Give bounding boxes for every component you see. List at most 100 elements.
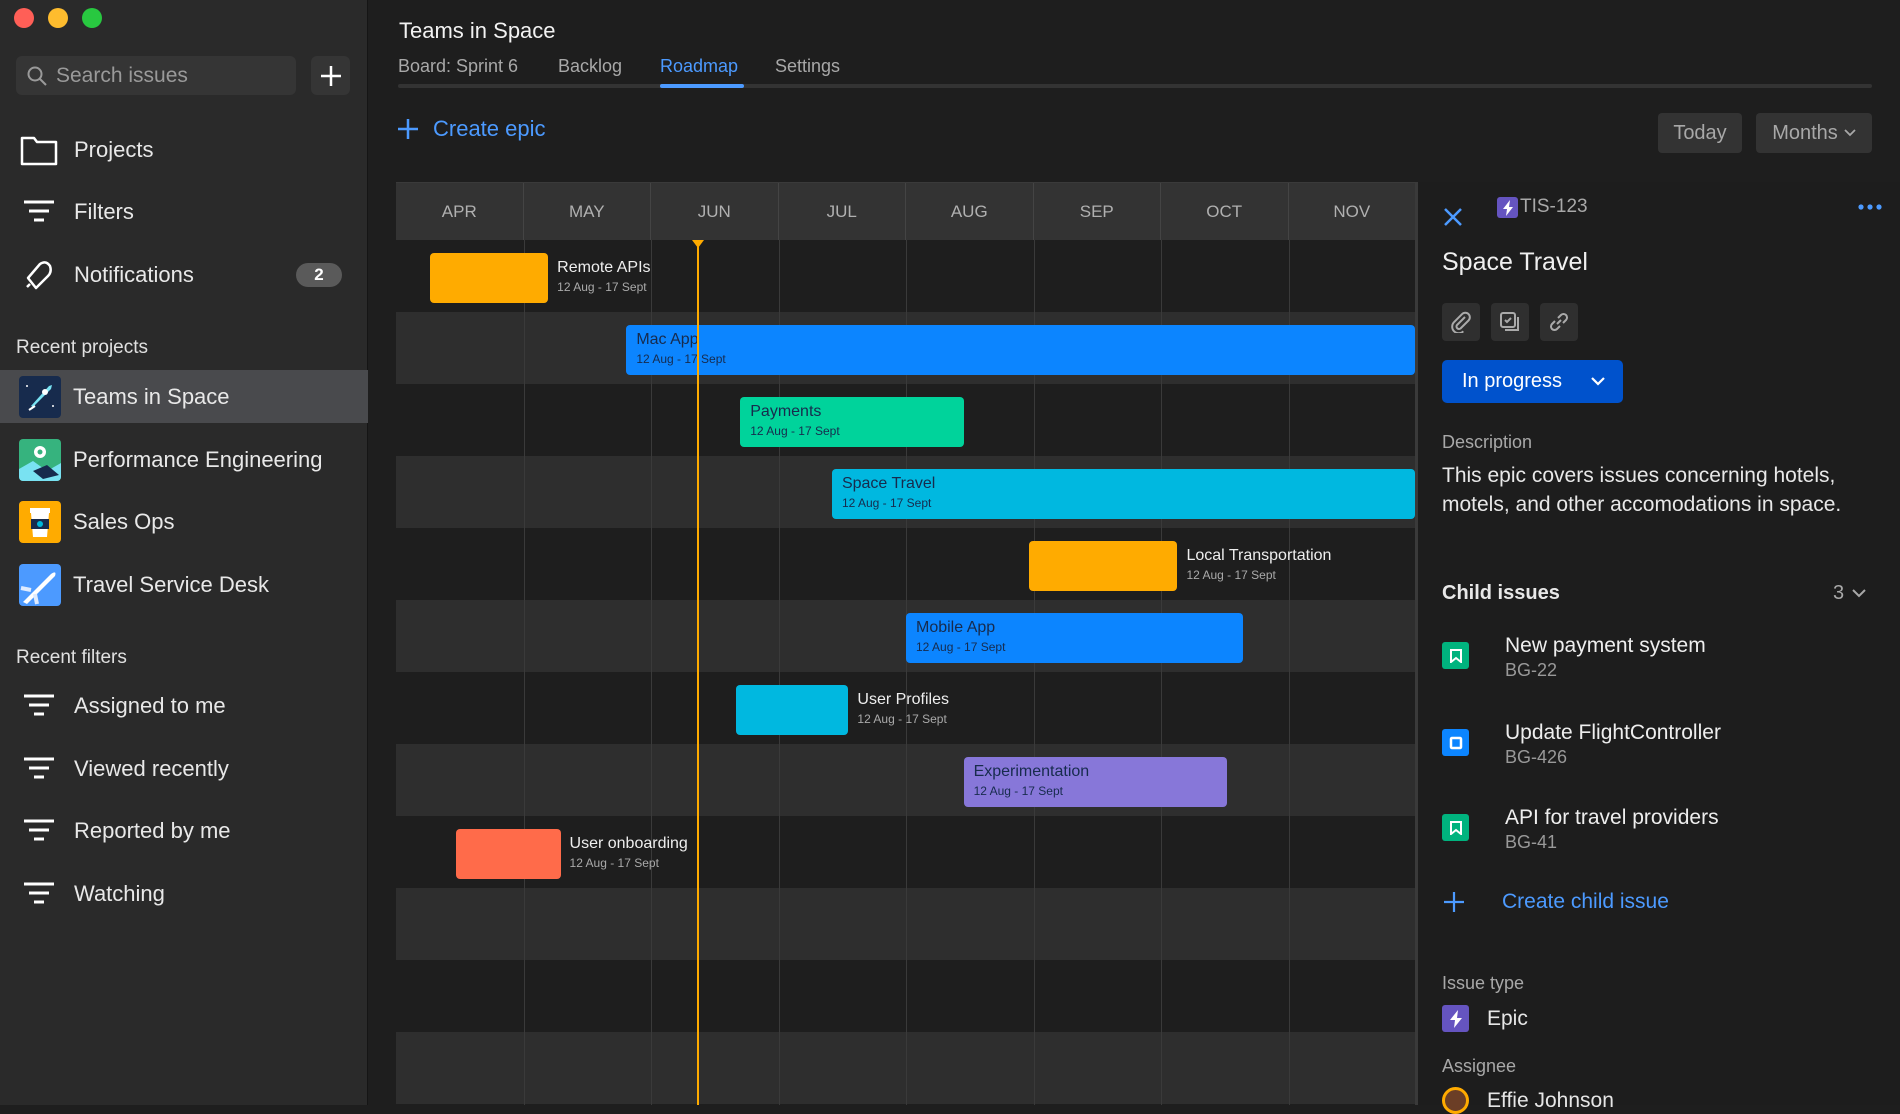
- project-travel-service-desk[interactable]: Travel Service Desk: [0, 558, 368, 611]
- window-close-button[interactable]: [14, 8, 34, 28]
- child-title: New payment system: [1505, 634, 1706, 657]
- epic-label[interactable]: User Profiles 12 Aug - 17 Sept: [857, 691, 949, 726]
- child-issue[interactable]: New payment system BG-22: [1442, 634, 1706, 681]
- month-header: JUN: [651, 183, 779, 240]
- coffee-cup-icon: [19, 500, 61, 543]
- child-title: API for travel providers: [1505, 806, 1719, 829]
- close-icon[interactable]: [1442, 206, 1464, 228]
- child-issues-toggle[interactable]: 3: [1833, 582, 1866, 605]
- add-subtask-button[interactable]: [1491, 303, 1529, 341]
- bell-icon: [20, 256, 58, 294]
- task-icon: [1442, 729, 1469, 756]
- filter-icon: [20, 875, 58, 913]
- map-pin-icon: [19, 438, 61, 481]
- status-label: In progress: [1462, 370, 1563, 392]
- create-button[interactable]: [311, 56, 350, 95]
- epic-name: Mac App: [636, 331, 699, 348]
- epic-name: Remote APIs: [557, 259, 651, 276]
- nav-label: Notifications: [74, 262, 194, 287]
- create-child-issue-button[interactable]: Create child issue: [1442, 890, 1669, 914]
- issue-type-label: Issue type: [1442, 973, 1525, 993]
- month-header: AUG: [906, 183, 1034, 240]
- epic-bar[interactable]: [430, 253, 549, 303]
- assignee-label: Assignee: [1442, 1056, 1517, 1076]
- recent-projects-heading: Recent projects: [16, 337, 149, 358]
- issue-detail-panel: TIS-123 Space Travel In progress Descrip…: [1415, 182, 1900, 1114]
- window-minimize-button[interactable]: [48, 8, 68, 28]
- tab-backlog[interactable]: Backlog: [558, 56, 622, 77]
- month-header: OCT: [1161, 183, 1289, 240]
- rocket-icon: [19, 375, 61, 418]
- epic-name: Space Travel: [841, 475, 936, 492]
- epic-bar[interactable]: Mac App 12 Aug - 17 Sept: [626, 325, 1415, 375]
- issue-type-value: Epic: [1487, 1006, 1528, 1030]
- child-issue[interactable]: API for travel providers BG-41: [1442, 806, 1719, 853]
- recent-filters-heading: Recent filters: [16, 647, 127, 668]
- filter-icon: [20, 687, 58, 725]
- create-epic-label: Create epic: [433, 116, 546, 141]
- filter-label: Reported by me: [74, 818, 231, 843]
- story-icon: [1442, 814, 1469, 841]
- issue-type-field[interactable]: Epic: [1442, 1005, 1528, 1032]
- sidebar: Search issues Projects Filters Notificat…: [0, 0, 368, 1105]
- epic-bar[interactable]: [455, 829, 561, 879]
- epic-name: Payments: [750, 403, 822, 420]
- checklist-icon: [1500, 312, 1519, 331]
- issue-key[interactable]: TIS-123: [1520, 196, 1588, 218]
- more-icon[interactable]: [1858, 204, 1882, 210]
- filter-watching[interactable]: Watching: [20, 874, 360, 914]
- filter-viewed-recently[interactable]: Viewed recently: [20, 749, 360, 789]
- folder-icon: [20, 131, 58, 169]
- project-sales-ops[interactable]: Sales Ops: [0, 495, 368, 548]
- epic-dates: 12 Aug - 17 Sept: [973, 784, 1063, 798]
- attach-button[interactable]: [1442, 303, 1480, 341]
- epic-label[interactable]: User onboarding 12 Aug - 17 Sept: [570, 835, 688, 870]
- link-issue-button[interactable]: [1540, 303, 1578, 341]
- assignee-field[interactable]: Effie Johnson: [1442, 1087, 1614, 1114]
- today-button[interactable]: Today: [1658, 113, 1742, 153]
- project-performance-engineering[interactable]: Performance Engineering: [0, 433, 368, 486]
- months-dropdown[interactable]: Months: [1756, 113, 1872, 153]
- page-title: Teams in Space: [399, 18, 556, 43]
- chevron-down-icon: [1844, 129, 1856, 137]
- filter-assigned-to-me[interactable]: Assigned to me: [20, 686, 360, 726]
- epic-dates: 12 Aug - 17 Sept: [636, 352, 726, 366]
- epic-dates: 12 Aug - 17 Sept: [857, 712, 947, 726]
- epic-bar[interactable]: Payments 12 Aug - 17 Sept: [740, 397, 964, 447]
- window-maximize-button[interactable]: [82, 8, 102, 28]
- link-icon: [1549, 312, 1569, 332]
- epic-label[interactable]: Local Transportation 12 Aug - 17 Sept: [1186, 547, 1331, 582]
- epic-name: Experimentation: [973, 763, 1090, 780]
- epic-bar[interactable]: Experimentation 12 Aug - 17 Sept: [963, 757, 1227, 807]
- issue-title[interactable]: Space Travel: [1442, 248, 1588, 277]
- tab-roadmap[interactable]: Roadmap: [660, 56, 738, 77]
- project-label: Sales Ops: [73, 508, 175, 534]
- description-text[interactable]: This epic covers issues concerning hotel…: [1442, 461, 1892, 519]
- status-dropdown[interactable]: In progress: [1442, 360, 1623, 403]
- sidebar-item-filters[interactable]: Filters: [20, 192, 360, 232]
- plus-icon: [320, 65, 341, 86]
- epic-bar[interactable]: [1029, 541, 1178, 591]
- filter-reported-by-me[interactable]: Reported by me: [20, 811, 360, 851]
- plus-icon: [1444, 892, 1464, 912]
- tab-settings[interactable]: Settings: [775, 56, 840, 77]
- epic-bar[interactable]: [736, 685, 849, 735]
- epic-label[interactable]: Remote APIs 12 Aug - 17 Sept: [557, 259, 650, 294]
- filter-label: Watching: [74, 881, 165, 906]
- search-input[interactable]: Search issues: [16, 56, 296, 95]
- tab-divider: [398, 84, 1872, 88]
- epic-bar[interactable]: Space Travel 12 Aug - 17 Sept: [831, 469, 1415, 519]
- project-label: Performance Engineering: [73, 446, 323, 472]
- epic-bar[interactable]: Mobile App 12 Aug - 17 Sept: [906, 613, 1244, 663]
- paperclip-icon: [1451, 311, 1471, 333]
- filter-label: Viewed recently: [74, 756, 229, 781]
- project-teams-in-space[interactable]: Teams in Space: [0, 370, 368, 423]
- sidebar-item-projects[interactable]: Projects: [20, 130, 360, 170]
- child-key: BG-41: [1505, 832, 1558, 852]
- chevron-down-icon: [1591, 377, 1605, 386]
- epic-dates: 12 Aug - 17 Sept: [1186, 568, 1276, 582]
- child-issue[interactable]: Update FlightController BG-426: [1442, 721, 1721, 768]
- sidebar-item-notifications[interactable]: Notifications 2: [20, 255, 360, 295]
- tab-board[interactable]: Board: Sprint 6: [398, 56, 518, 77]
- create-epic-button[interactable]: Create epic: [397, 116, 546, 142]
